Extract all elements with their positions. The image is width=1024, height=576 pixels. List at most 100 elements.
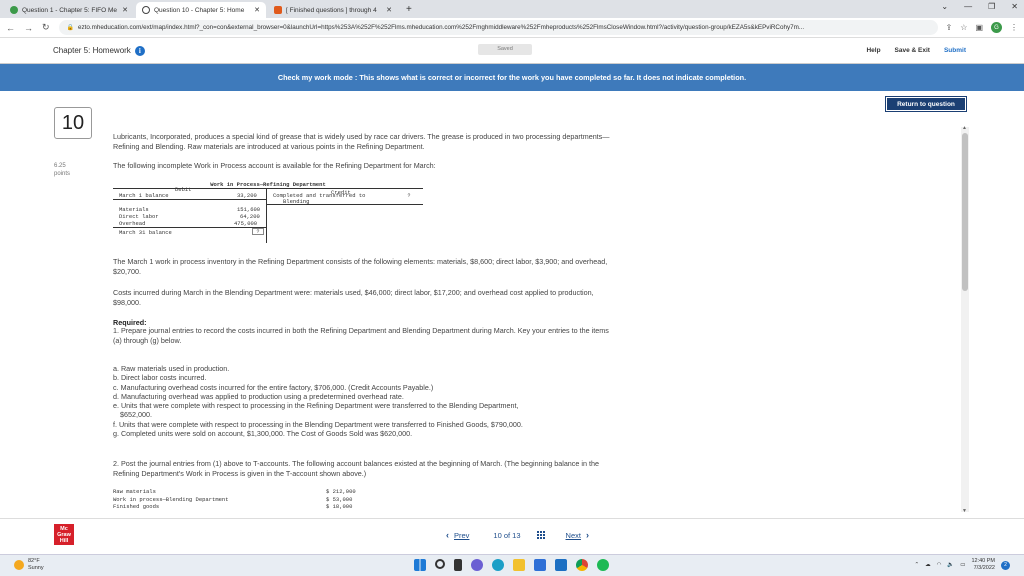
- volume-icon[interactable]: 🔈: [947, 562, 954, 568]
- chat-icon[interactable]: [471, 559, 483, 571]
- wifi-icon[interactable]: ◠: [937, 562, 942, 568]
- minimize-icon[interactable]: —: [964, 2, 972, 11]
- browser-tab-3[interactable]: [ Finished questions ] through 4 ✕: [268, 2, 398, 18]
- balance-value: $ 53,000: [326, 495, 353, 503]
- weather-condition: Sunny: [28, 565, 44, 571]
- list-item: f. Units that were complete with respect…: [113, 419, 523, 429]
- menu-dots-icon[interactable]: ⋮: [1010, 23, 1018, 32]
- list-item: a. Raw materials used in production.: [113, 364, 230, 373]
- prev-button[interactable]: ‹ Prev: [446, 530, 469, 540]
- tab-label: [ Finished questions ] through 4: [286, 6, 377, 14]
- forward-arrow-icon[interactable]: →: [24, 23, 33, 33]
- notification-badge[interactable]: 2: [1001, 560, 1010, 570]
- edge-icon[interactable]: [492, 559, 504, 571]
- debit-label: Overhead: [119, 220, 146, 227]
- cloud-icon[interactable]: ☁: [925, 562, 931, 568]
- debit-header: Debit: [175, 186, 192, 193]
- windows-start-icon[interactable]: [414, 559, 426, 571]
- chapter-title-text: Chapter 5: Homework: [53, 46, 131, 55]
- app-header: Chapter 5: Homework i Saved Help Save & …: [0, 38, 1024, 64]
- requirement-2: 2. Post the journal entries from (1) abo…: [113, 459, 599, 478]
- task-view-icon[interactable]: [454, 559, 462, 571]
- debit-label: Materials: [119, 206, 149, 213]
- taskbar-apps: [414, 559, 609, 571]
- tab-favicon-icon: [142, 6, 150, 14]
- balance-row: Finished goods $ 18,000: [113, 503, 356, 511]
- debit-value: 151,600: [237, 206, 261, 213]
- inventory-text: The March 1 work in process inventory in…: [113, 257, 608, 276]
- page-position: 10 of 13: [493, 530, 521, 540]
- info-icon[interactable]: i: [134, 45, 145, 56]
- header-links: Help Save & Exit Submit: [866, 47, 966, 54]
- tab-close-icon[interactable]: ✕: [122, 6, 128, 14]
- scroll-down-icon[interactable]: ▼: [962, 508, 967, 514]
- spotify-icon[interactable]: [597, 559, 609, 571]
- credit-rule: [266, 204, 423, 205]
- credit-answer-box[interactable]: ?: [403, 193, 415, 200]
- taskbar: 82°F Sunny ⌃ ☁ ◠ 🔈 ▭ 12:40 PM 7/3/2022 2: [0, 554, 1024, 576]
- mcgraw-hill-logo: Mc Graw Hill: [54, 524, 74, 545]
- check-my-work-banner: Check my work mode : This shows what is …: [0, 64, 1024, 91]
- chevron-up-icon[interactable]: ⌃: [914, 562, 919, 568]
- list-item: b. Direct labor costs incurred.: [113, 373, 207, 383]
- sidebar-icon[interactable]: ▣: [975, 23, 983, 32]
- question-intro: Lubricants, Incorporated, produces a spe…: [113, 132, 610, 151]
- chevron-right-icon: ›: [585, 530, 589, 540]
- battery-icon[interactable]: ▭: [960, 562, 965, 568]
- saved-status: Saved: [478, 44, 532, 55]
- debit-value: 64,200: [240, 213, 260, 220]
- save-exit-link[interactable]: Save & Exit: [895, 47, 930, 54]
- next-button[interactable]: Next ›: [566, 530, 589, 540]
- grid-icon[interactable]: [536, 530, 546, 540]
- debit-value: 33,200: [237, 192, 257, 199]
- help-link[interactable]: Help: [866, 47, 880, 54]
- sun-icon: [14, 560, 24, 570]
- browser-toolbar-right: ⇪ ☆ ▣ G ⋮: [946, 22, 1018, 33]
- reload-icon[interactable]: ↻: [42, 22, 50, 33]
- balance-row: Work in process—Blending Department $ 53…: [113, 496, 356, 504]
- incomplete-account-text: The following incomplete Work in Process…: [113, 161, 436, 170]
- list-item: e. Units that were complete with respect…: [113, 401, 519, 411]
- clock[interactable]: 12:40 PM 7/3/2022: [971, 558, 995, 572]
- tab-favicon-icon: [274, 6, 282, 14]
- url-text: ezto.mheducation.com/ext/map/index.html?…: [78, 24, 805, 31]
- balance-label: Work in process—Blending Department: [113, 495, 229, 503]
- browser-tab-1[interactable]: Question 1 - Chapter 5: FIFO Me ✕: [4, 2, 134, 18]
- content-scrollbar[interactable]: ▲ ▼: [961, 125, 969, 514]
- tab-close-icon[interactable]: ✕: [386, 6, 392, 14]
- mail-icon[interactable]: [555, 559, 567, 571]
- clock-time: 12:40 PM: [971, 558, 995, 564]
- balance-label: Finished goods: [113, 503, 160, 510]
- browser-tab-bar: Question 1 - Chapter 5: FIFO Me ✕ Questi…: [0, 0, 1024, 18]
- tab-close-icon[interactable]: ✕: [254, 6, 260, 14]
- scrollbar-thumb[interactable]: [962, 133, 968, 291]
- clock-date: 7/3/2022: [973, 565, 995, 571]
- profile-avatar[interactable]: G: [991, 22, 1002, 33]
- tab-label: Question 10 - Chapter 5: Home: [154, 6, 245, 14]
- debit-answer-box[interactable]: ?: [252, 228, 264, 235]
- close-window-icon[interactable]: ✕: [1011, 2, 1018, 11]
- debit-label: March 31 balance: [119, 229, 172, 236]
- scroll-up-icon[interactable]: ▲: [962, 125, 967, 131]
- restore-icon[interactable]: ❐: [988, 2, 995, 11]
- search-icon[interactable]: [435, 559, 445, 569]
- return-to-question-button[interactable]: Return to question: [885, 96, 967, 112]
- costs-text: Costs incurred during March in the Blend…: [113, 288, 594, 307]
- chevron-down-icon[interactable]: ⌄: [941, 2, 948, 11]
- footer-nav: Mc Graw Hill ‹ Prev 10 of 13 Next ›: [0, 518, 1024, 554]
- back-arrow-icon[interactable]: ←: [6, 23, 15, 33]
- chrome-icon[interactable]: [576, 559, 588, 571]
- tab-favicon-icon: [10, 6, 18, 14]
- list-item: $652,000.: [120, 410, 152, 420]
- url-field[interactable]: 🔒 ezto.mheducation.com/ext/map/index.htm…: [58, 20, 938, 35]
- new-tab-button[interactable]: +: [400, 2, 418, 18]
- weather-widget[interactable]: 82°F Sunny: [14, 558, 44, 572]
- share-icon[interactable]: ⇪: [946, 23, 953, 32]
- store-icon[interactable]: [534, 559, 546, 571]
- file-explorer-icon[interactable]: [513, 559, 525, 571]
- question-content: Return to question 10 6.25 points Lubric…: [0, 91, 1024, 518]
- submit-link[interactable]: Submit: [944, 47, 966, 54]
- journal-items-list: a. Raw materials used in production. b. …: [113, 364, 613, 438]
- browser-tab-2[interactable]: Question 10 - Chapter 5: Home ✕: [136, 2, 266, 18]
- star-icon[interactable]: ☆: [960, 23, 967, 32]
